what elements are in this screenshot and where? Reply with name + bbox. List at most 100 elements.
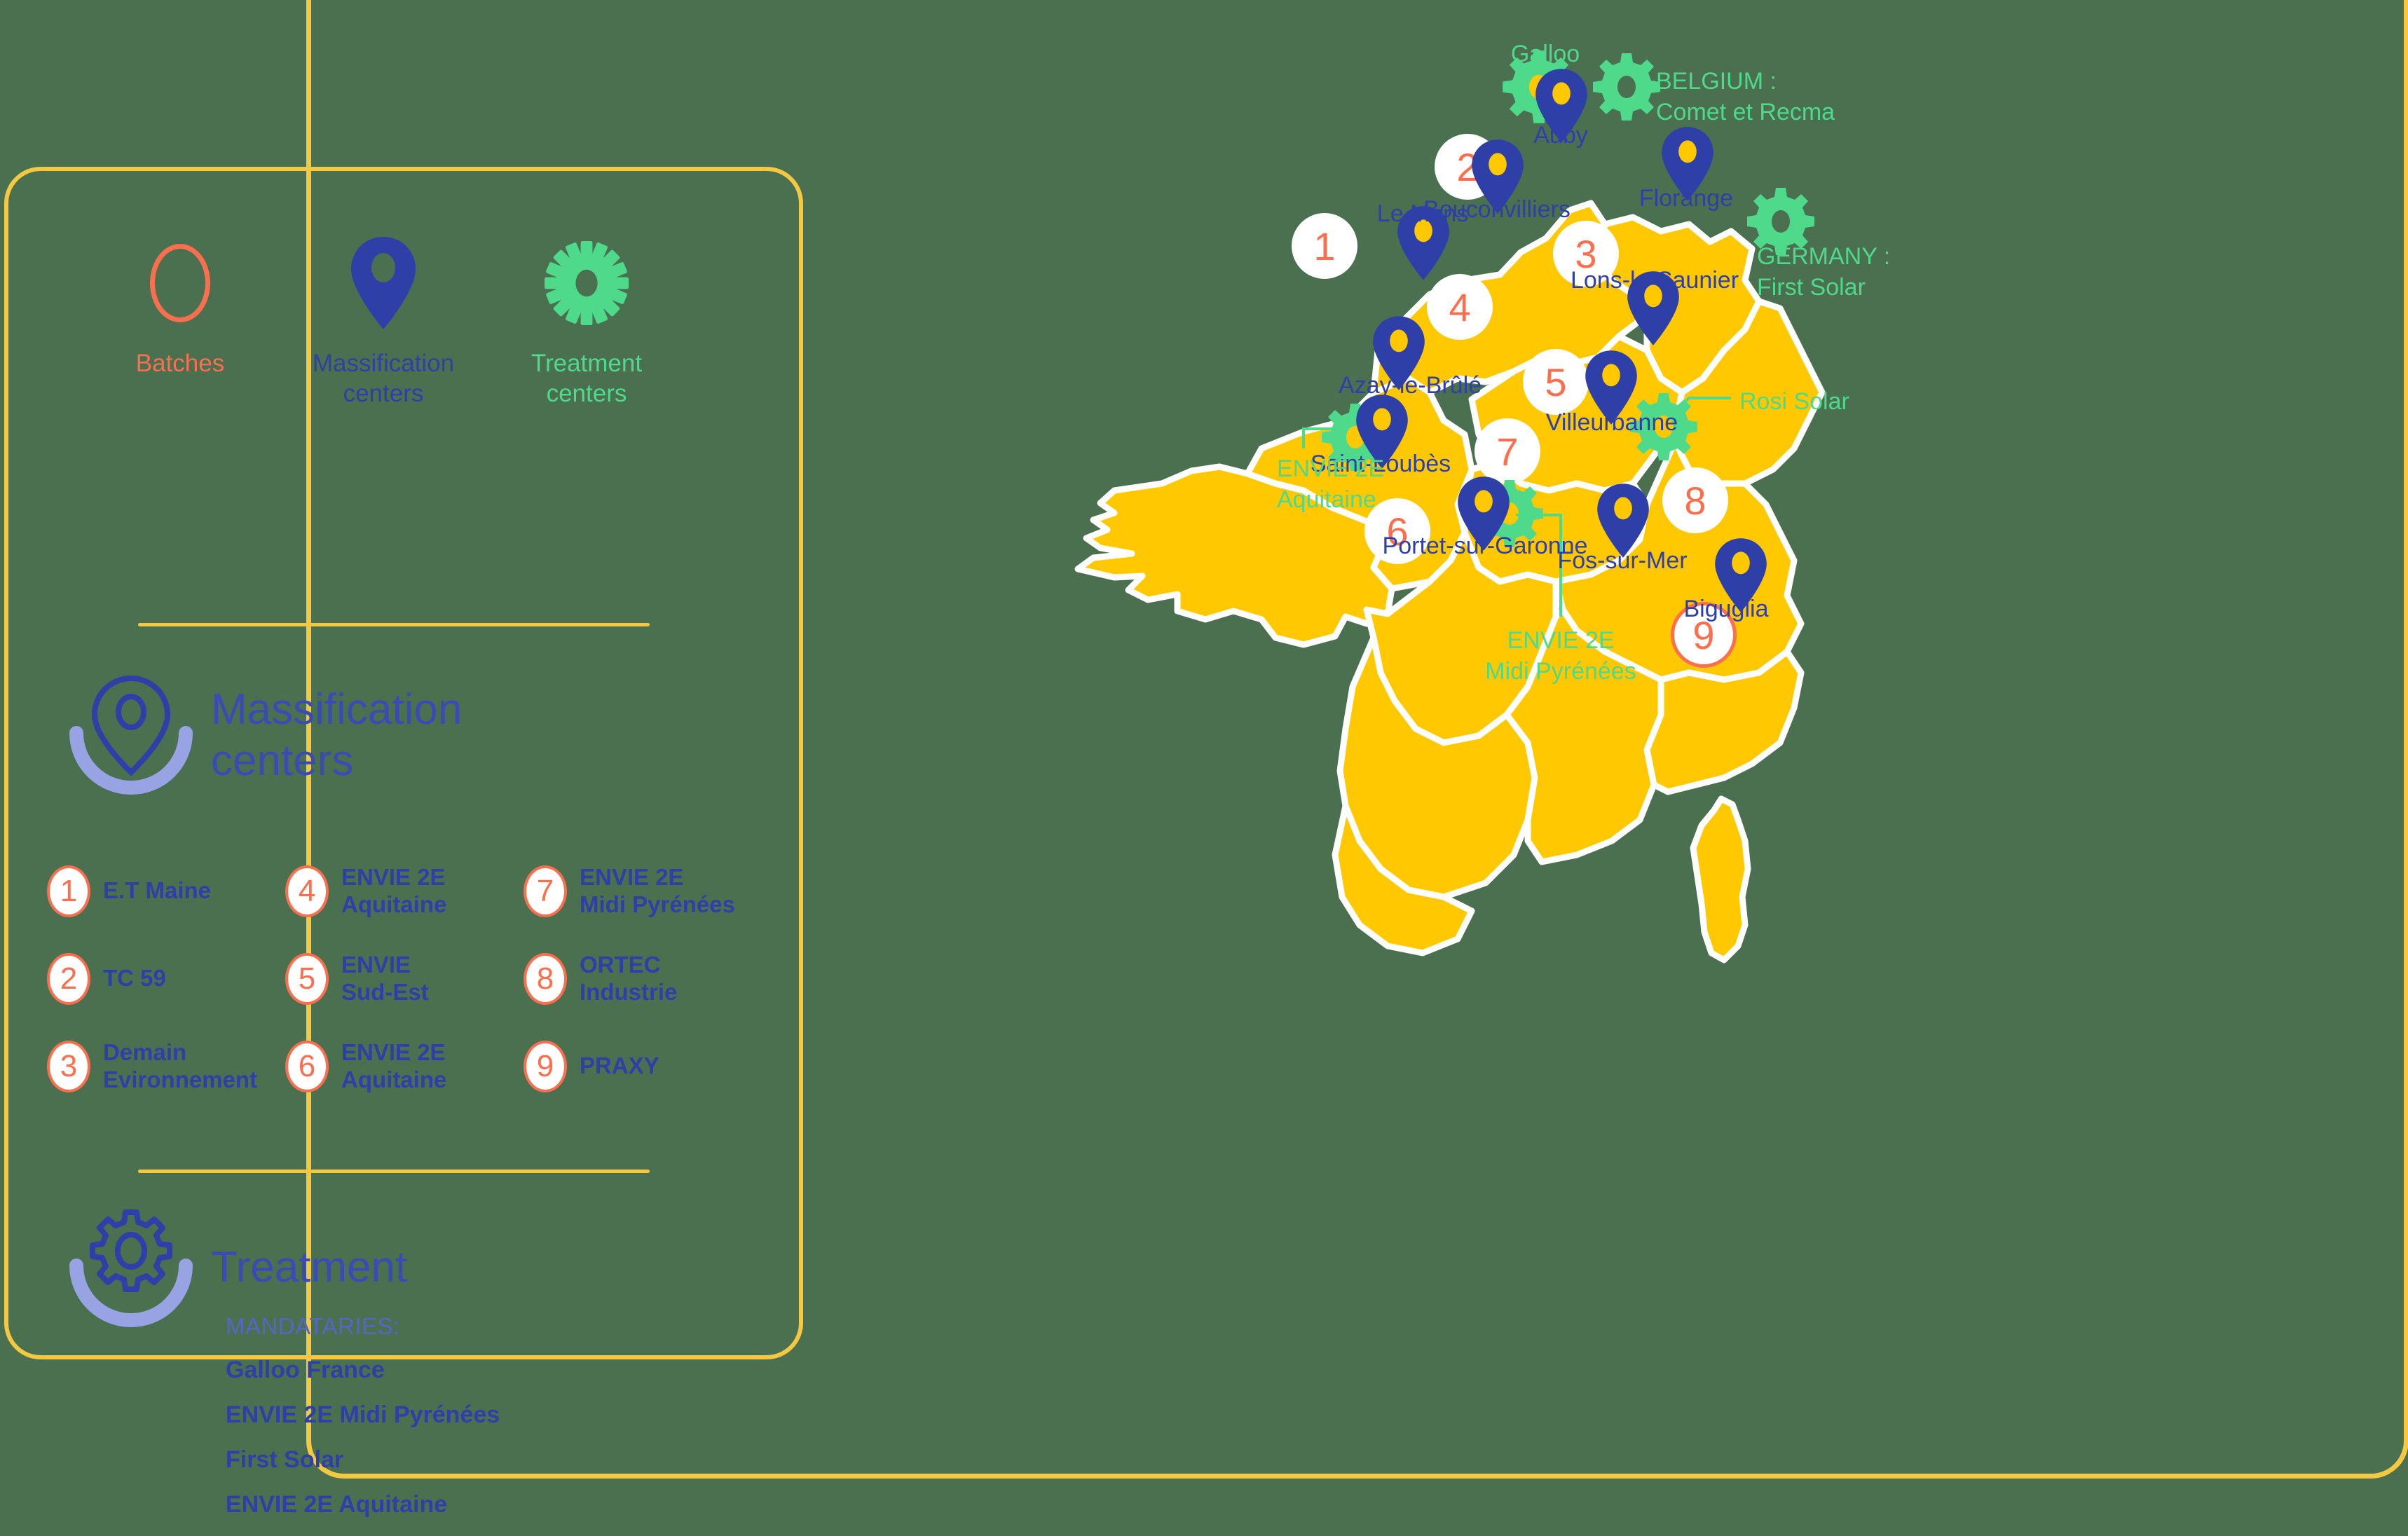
map-badge-5[interactable]: 5 [1523,349,1589,415]
list-item-label-line1: Demain [103,1038,187,1065]
mandataries-title: MANDATARIES: [226,1313,400,1339]
city-label-le-mans: Le Mans [1376,200,1469,227]
list-item-number: 8 [524,952,567,1005]
city-label-biguglia: Biguglia [1683,596,1769,622]
gear-arc-icon [61,1201,201,1334]
legend-row: Batches Massification centers Treatment … [78,227,695,409]
list-item-number: 5 [285,952,329,1005]
legend-label-massification-line1: Massification [312,350,455,377]
legend-item-treatment: Treatment centers [485,227,688,409]
map-badge-1[interactable]: 1 [1292,213,1357,279]
external-label-germany: GERMANY : First Solar [1757,242,1890,303]
external-label-belgium: BELGIUM : Comet et Recma [1656,67,1835,128]
massification-icon-box [348,227,418,339]
batches-icon-box [150,227,210,339]
list-item[interactable]: 6 ENVIE 2E Aquitaine [285,1039,524,1094]
city-label-auby: Auby [1533,122,1588,149]
list-item-label: E.T Maine [103,877,211,905]
city-label-lons-le-saunier: Lons-le-Saunier [1570,267,1739,294]
massification-center-list: 1 E.T Maine 4 ENVIE 2E Aquitaine 7 ENVIE… [47,847,762,1110]
list-item-label: Demain Evironnement [103,1039,257,1094]
map-badge-4[interactable]: 4 [1427,274,1493,340]
massification-title-line1: Massification [211,685,463,734]
list-item-label: ENVIE Sud-Est [341,952,429,1006]
list-item-label: ENVIE 2E Aquitaine [341,864,446,919]
treatment-icon-box [545,227,629,339]
legend-label-massification: Massification centers [313,349,454,409]
list-item-number: 7 [524,865,567,917]
external-label-germany-line2: First Solar [1757,273,1866,301]
list-item-label-line2: Aquitaine [341,1066,447,1092]
list-item-label-line1: ENVIE 2E [580,863,684,890]
ellipse-outline-icon [150,244,210,322]
list-item-label-line1: ORTEC [580,951,661,978]
list-item-number: 6 [285,1040,329,1092]
list-item-number: 1 [47,865,90,917]
massification-title-line2: centers [211,736,354,785]
list-item-label-line1: ENVIE 2E [341,1038,446,1065]
france-map-svg [1074,200,1826,964]
external-label-envie-aquitaine: ENVIE 2E Aquitaine [1277,454,1384,515]
list-item-number: 2 [47,952,90,1005]
city-label-azay-le-brule: Azay-le-Brûlé [1338,372,1482,399]
list-item-number: 4 [285,865,329,917]
treatment-section-title: Treatment [211,1243,408,1292]
city-label-galloo: Galloo [1510,41,1580,67]
mandatary-item: ENVIE 2E Aquitaine [226,1491,448,1518]
list-item[interactable]: 2 TC 59 [47,952,285,1005]
legend-label-treatment-line2: centers [546,379,627,407]
legend-divider-top [138,623,650,626]
list-item-label: ORTEC Industrie [580,952,677,1006]
france-map: 1 2 3 4 5 6 7 8 9 Galloo Auby Bouconvill… [813,0,2408,1527]
massification-section-title: Massification centers [211,684,462,786]
list-item-label-line1: ENVIE 2E [341,863,446,890]
mandataries-block: MANDATARIES: Galloo France ENVIE 2E Midi… [226,1313,500,1536]
external-label-belgium-line2: Comet et Recma [1656,98,1835,125]
list-item[interactable]: 3 Demain Evironnement [47,1039,285,1094]
map-pin-icon [351,237,416,329]
list-item[interactable]: 8 ORTEC Industrie [524,952,762,1006]
legend-label-treatment-line1: Treatment [531,350,643,377]
list-item-label: PRAXY [580,1052,659,1080]
list-item-label-line1: PRAXY [580,1052,659,1079]
gear-icon [545,241,629,325]
list-item-number: 9 [524,1040,567,1092]
list-item-label: TC 59 [103,965,166,992]
list-item-label-line2: Evironnement [103,1066,258,1092]
legend-item-batches: Batches [78,227,282,379]
list-item-label-line1: TC 59 [103,965,166,992]
list-item-label-line2: Midi Pyrénées [580,891,735,917]
list-item-number: 3 [47,1040,90,1092]
legend-label-massification-line2: centers [343,379,424,407]
belgium-gear-icon[interactable] [1592,52,1662,122]
external-label-envie-midi-line1: ENVIE 2E [1507,627,1615,654]
list-item-label-line2: Sud-Est [341,978,429,1005]
external-label-germany-line1: GERMANY : [1757,243,1891,270]
mandatary-item: ENVIE 2E Midi Pyrénées [226,1401,500,1428]
list-item[interactable]: 4 ENVIE 2E Aquitaine [285,864,524,919]
map-badge-8[interactable]: 8 [1662,467,1728,533]
external-label-envie-aquitaine-line2: Aquitaine [1277,486,1376,513]
external-label-belgium-line1: BELGIUM : [1656,68,1777,95]
list-item[interactable]: 9 PRAXY [524,1040,762,1092]
list-item[interactable]: 7 ENVIE 2E Midi Pyrénées [524,864,762,919]
legend-panel: Batches Massification centers Treatment … [4,167,803,1518]
list-item-label-line2: Aquitaine [341,891,447,917]
external-label-rosi-solar: Rosi Solar [1739,388,1849,415]
legend-divider-bottom [138,1170,650,1173]
external-label-envie-midi-line2: Midi Pyrénées [1485,657,1636,685]
list-item-label-line1: E.T Maine [103,877,212,904]
list-item-label-line1: ENVIE [341,951,411,978]
list-item[interactable]: 1 E.T Maine [47,865,285,917]
external-label-envie-aquitaine-line1: ENVIE 2E [1277,455,1385,482]
list-item-label-line2: Industrie [580,978,678,1005]
city-label-florange: Florange [1639,185,1734,212]
legend-label-treatment: Treatment centers [531,349,642,409]
pin-arc-icon [61,668,201,802]
mandatary-item: Galloo France [226,1357,385,1383]
list-item[interactable]: 5 ENVIE Sud-Est [285,952,524,1006]
mandatary-item: First Solar [226,1446,344,1473]
external-label-envie-midi: ENVIE 2E Midi Pyrénées [1485,626,1636,687]
massification-section-header: Massification centers [61,668,462,802]
legend-item-massification: Massification centers [282,227,485,409]
